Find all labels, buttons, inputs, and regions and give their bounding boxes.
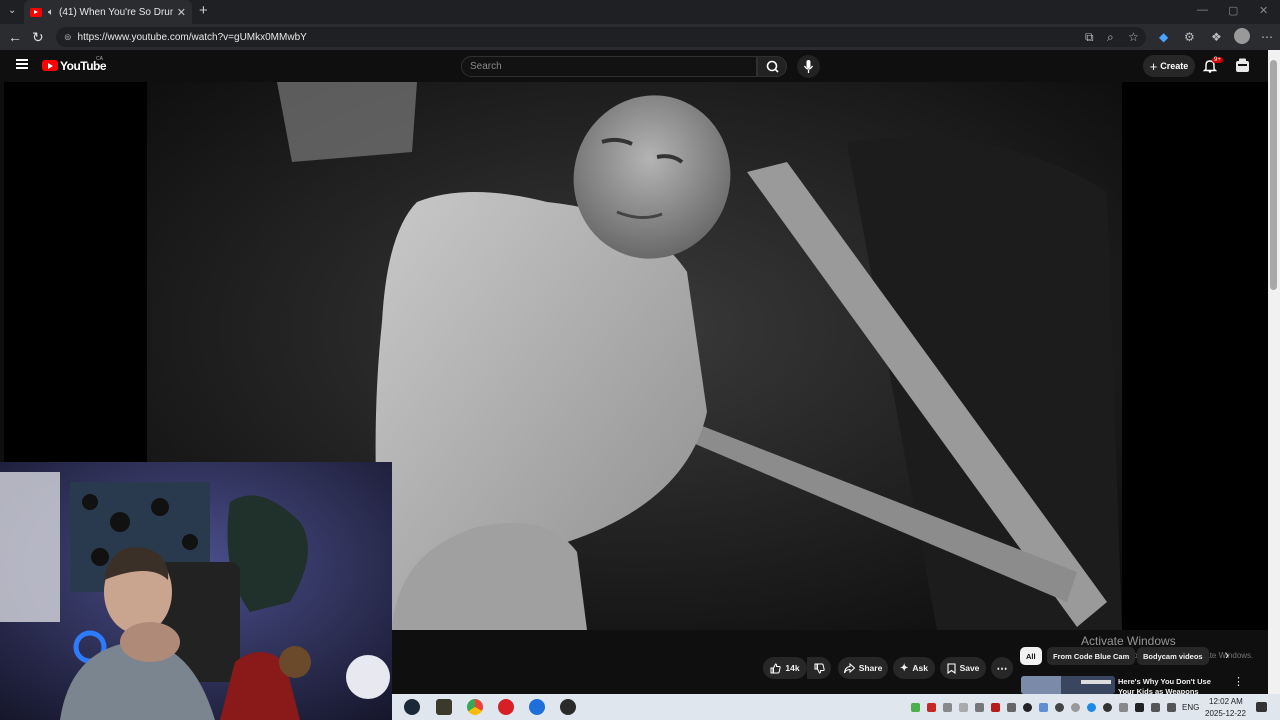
- thumbs-up-icon: [770, 662, 782, 673]
- minimize-window-icon[interactable]: —: [1197, 4, 1208, 16]
- voice-search-button[interactable]: [797, 55, 820, 78]
- tray-app-icon[interactable]: [959, 703, 968, 712]
- webcam-image: [0, 462, 392, 720]
- dark-app-icon[interactable]: [560, 699, 576, 715]
- browser-menu-icon[interactable]: ⋯: [1261, 30, 1273, 44]
- plus-icon: +: [1149, 58, 1158, 74]
- performance-icon[interactable]: ❖: [1211, 30, 1222, 44]
- more-horizontal-icon: ⋯: [996, 662, 1008, 675]
- dislike-button[interactable]: [807, 657, 831, 679]
- create-button[interactable]: + Create: [1143, 55, 1195, 77]
- recommended-video-title[interactable]: Here's Why You Don't Use Your Kids as We…: [1118, 677, 1228, 694]
- ask-button[interactable]: ✦ Ask: [893, 657, 935, 679]
- chip-bodycam-videos[interactable]: Bodycam videos: [1137, 647, 1209, 665]
- youtube-logo-icon[interactable]: [42, 60, 58, 71]
- tray-app-icon[interactable]: [943, 703, 952, 712]
- blue-app-icon[interactable]: [529, 699, 545, 715]
- speaker-audio-icon[interactable]: 🔈︎: [48, 7, 54, 18]
- create-label: Create: [1160, 61, 1189, 71]
- maximize-window-icon[interactable]: ▢: [1228, 4, 1238, 17]
- new-tab-button[interactable]: +: [199, 2, 208, 19]
- search-input[interactable]: Search: [461, 56, 757, 77]
- ask-label: Ask: [912, 663, 928, 673]
- share-arrow-icon: [843, 662, 855, 673]
- tab-close-icon[interactable]: ✕: [177, 6, 186, 19]
- sparkle-icon: ✦: [900, 662, 909, 674]
- chips-next-chevron-icon[interactable]: ›: [1225, 648, 1229, 662]
- share-label: Share: [858, 663, 883, 673]
- account-avatar-icon[interactable]: [1235, 58, 1250, 73]
- chip-all[interactable]: All: [1020, 647, 1042, 665]
- close-window-icon[interactable]: ✕: [1259, 4, 1268, 17]
- search-icon: [766, 60, 779, 73]
- red-app-icon[interactable]: [498, 699, 514, 715]
- save-button[interactable]: Save: [940, 657, 986, 679]
- tray-app-icon[interactable]: [1039, 703, 1048, 712]
- thumbs-down-icon: [814, 663, 825, 674]
- minecraft-app-icon[interactable]: [436, 699, 452, 715]
- tab-list-chevron-icon[interactable]: ⌄: [8, 5, 16, 16]
- extension-shield-icon[interactable]: ◆: [1159, 30, 1168, 44]
- tray-app-icon[interactable]: [1119, 703, 1128, 712]
- url-text: https://www.youtube.com/watch?v=gUMkx0MM…: [77, 31, 307, 43]
- bookmark-star-icon[interactable]: ☆: [1128, 30, 1139, 44]
- save-label: Save: [959, 663, 980, 673]
- activate-windows-title: Activate Windows: [1081, 634, 1176, 648]
- back-arrow-icon[interactable]: ←: [8, 29, 22, 45]
- microphone-icon: [803, 60, 814, 73]
- tray-app-icon[interactable]: [991, 703, 1000, 712]
- language-indicator[interactable]: ENG: [1182, 703, 1199, 712]
- windows-taskbar: [392, 694, 1280, 720]
- save-bookmark-icon: [947, 662, 956, 674]
- like-count: 14k: [785, 663, 800, 673]
- profile-avatar[interactable]: [1234, 28, 1250, 44]
- steam-app-icon[interactable]: [404, 699, 420, 715]
- app-available-icon[interactable]: ⧉: [1085, 30, 1094, 45]
- webcam-overlay: [0, 462, 392, 720]
- tray-usb-icon[interactable]: [1135, 703, 1144, 712]
- tray-app-icon[interactable]: [1023, 703, 1032, 712]
- browser-tab-youtube[interactable]: 🔈︎ (41) When You're So Drunk Y ✕: [24, 0, 192, 24]
- recommended-more-icon[interactable]: ⋮: [1233, 675, 1244, 688]
- tray-app-icon[interactable]: [1007, 703, 1016, 712]
- address-bar[interactable]: ⊜ https://www.youtube.com/watch?v=gUMkx0…: [56, 27, 1146, 47]
- chrome-app-icon[interactable]: [467, 699, 483, 715]
- search-button[interactable]: [757, 56, 787, 77]
- youtube-masthead: YouTube CA Search + Create 9+: [0, 50, 1268, 82]
- zoom-icon[interactable]: ⌕: [1107, 30, 1114, 45]
- tab-title: (41) When You're So Drunk Y: [59, 6, 173, 18]
- like-button[interactable]: 14k: [763, 657, 807, 679]
- tray-app-icon[interactable]: [1071, 703, 1080, 712]
- clock-time[interactable]: 12:02 AM: [1209, 697, 1243, 706]
- tray-nvidia-icon[interactable]: [911, 703, 920, 712]
- tray-app-icon[interactable]: [1103, 703, 1112, 712]
- site-info-icon[interactable]: ⊜: [64, 32, 72, 43]
- tray-volume-icon[interactable]: [1167, 703, 1176, 712]
- browser-toolbar: ← ↻ ⊜ https://www.youtube.com/watch?v=gU…: [0, 24, 1280, 50]
- region-code: CA: [96, 56, 103, 62]
- guide-menu-icon[interactable]: [16, 59, 28, 69]
- tray-app-icon[interactable]: [1087, 703, 1096, 712]
- reload-icon[interactable]: ↻: [32, 29, 44, 46]
- tray-app-icon[interactable]: [975, 703, 984, 712]
- page-scrollbar-thumb[interactable]: [1270, 60, 1277, 290]
- recommended-video-thumbnail[interactable]: [1021, 676, 1115, 694]
- more-actions-button[interactable]: ⋯: [991, 657, 1013, 679]
- notification-center-icon[interactable]: [1256, 702, 1267, 712]
- notification-count-badge: 9+: [1212, 57, 1223, 63]
- thumbnail-image: [1021, 676, 1115, 694]
- youtube-favicon-icon: [30, 7, 42, 17]
- clock-date[interactable]: 2025-12-22: [1205, 709, 1246, 718]
- tray-network-icon[interactable]: [1151, 703, 1160, 712]
- tray-red-icon[interactable]: [927, 703, 936, 712]
- extensions-puzzle-icon[interactable]: ⚙: [1184, 30, 1195, 44]
- chip-from-channel[interactable]: From Code Blue Cam: [1047, 647, 1136, 665]
- tray-app-icon[interactable]: [1055, 703, 1064, 712]
- share-button[interactable]: Share: [838, 657, 888, 679]
- browser-tab-strip: ⌄ 🔈︎ (41) When You're So Drunk Y ✕ + — ▢…: [0, 0, 1280, 24]
